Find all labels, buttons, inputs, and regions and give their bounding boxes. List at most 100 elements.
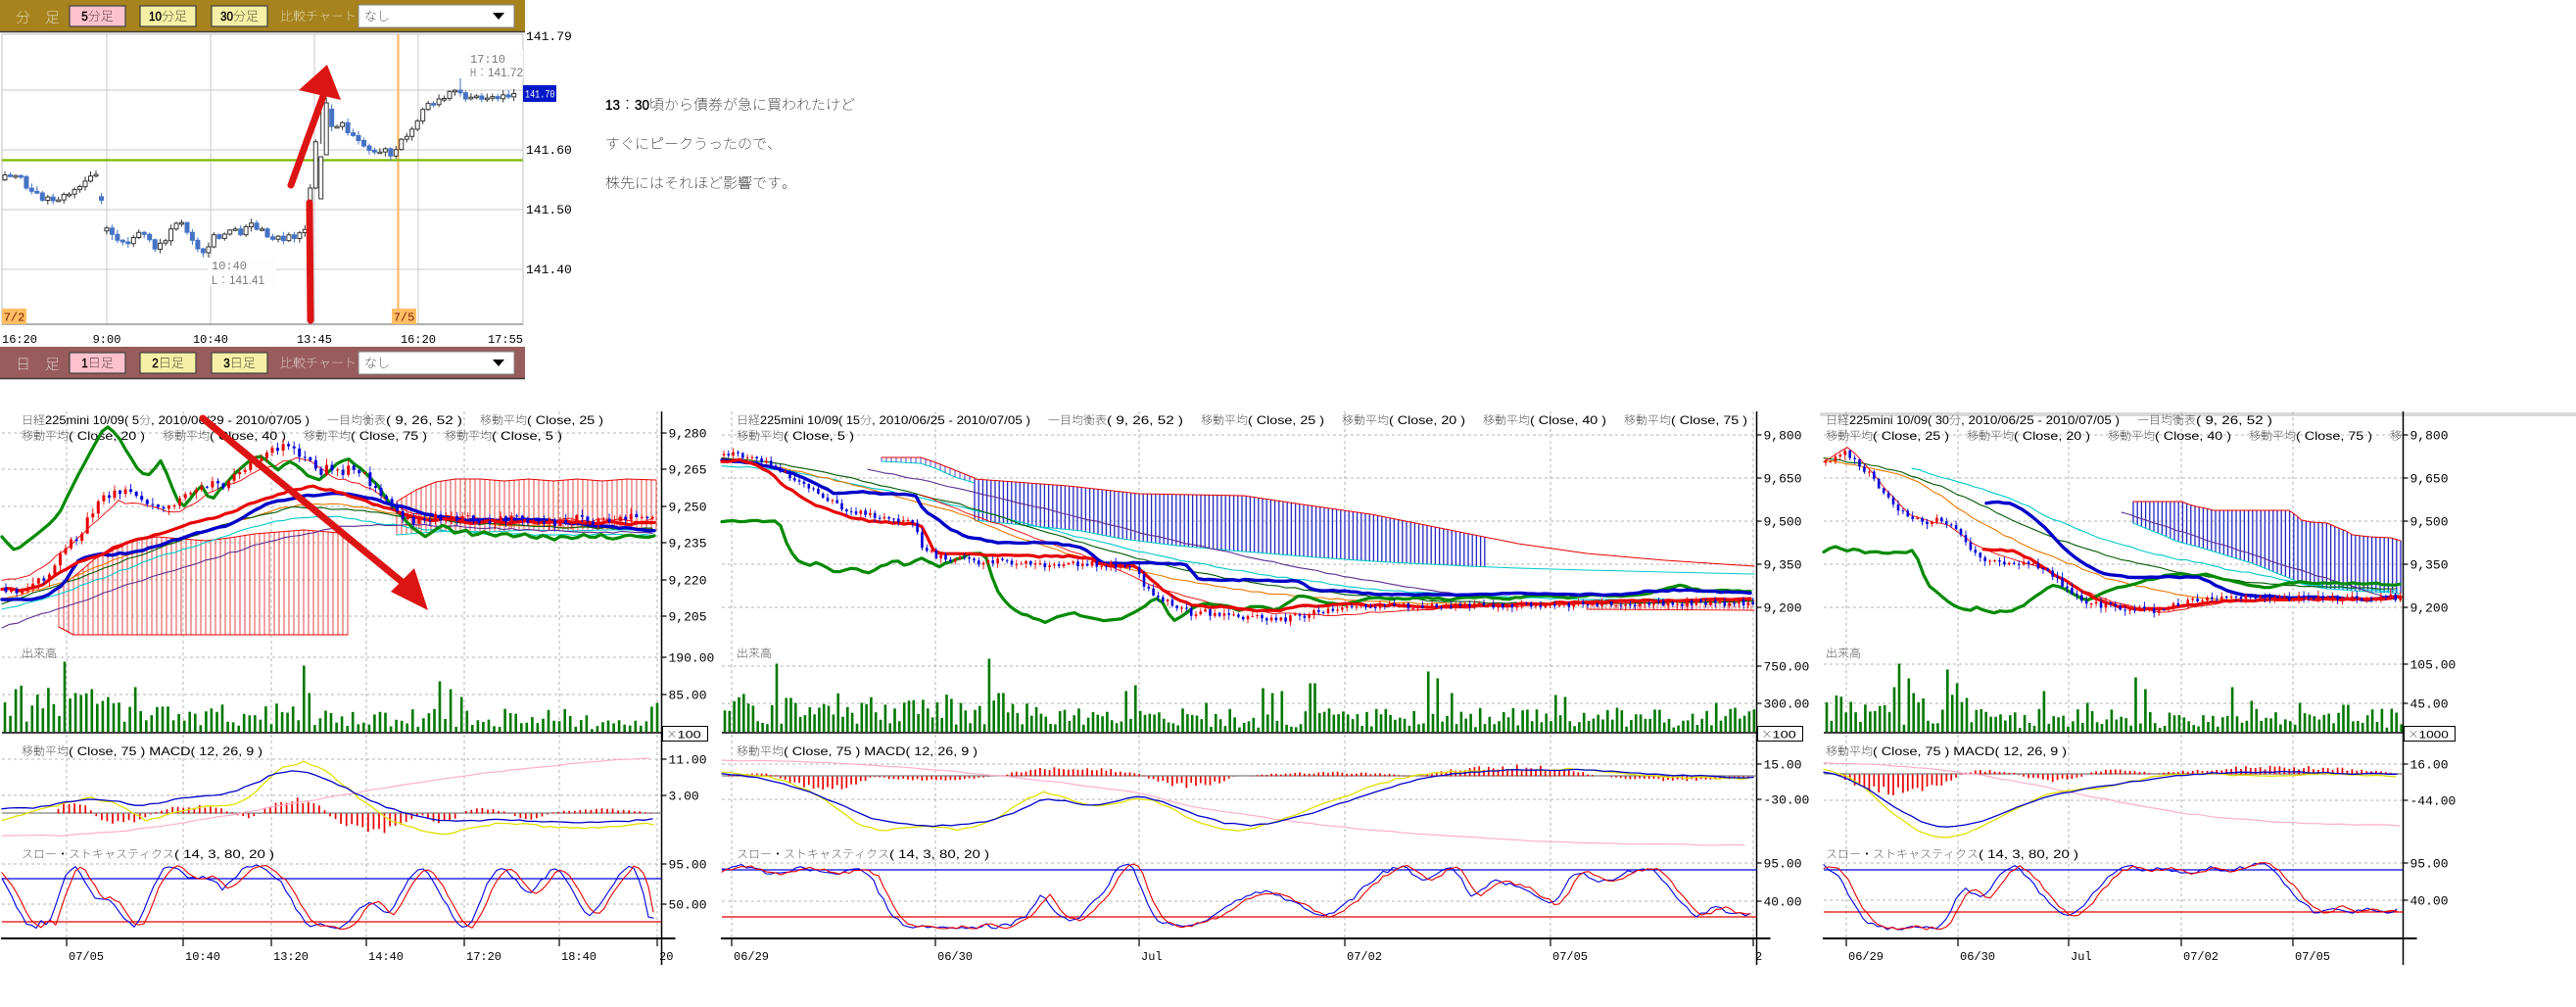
svg-text:( Close, 5 ): ( Close, 5 ) — [492, 429, 562, 443]
svg-text:9,265: 9,265 — [669, 463, 707, 478]
svg-text:L: L — [212, 273, 217, 287]
svg-text:16:20: 16:20 — [401, 333, 436, 347]
svg-text:13:45: 13:45 — [297, 333, 332, 347]
svg-text:30: 30 — [220, 9, 233, 24]
svg-text:3.00: 3.00 — [669, 790, 699, 804]
svg-text:( 14, 3, 80, 20 ): ( 14, 3, 80, 20 ) — [1979, 847, 2078, 861]
svg-text:9,650: 9,650 — [1764, 472, 1802, 487]
svg-text:750.00: 750.00 — [1764, 660, 1810, 675]
svg-text:141.40: 141.40 — [526, 263, 572, 277]
svg-text:100: 100 — [1773, 730, 1796, 742]
svg-text:225mini 10/09( 5: 225mini 10/09( 5 — [45, 413, 139, 427]
svg-text:50.00: 50.00 — [669, 898, 707, 913]
svg-text:( Close, 75 ) MACD( 12, 26,: ( Close, 75 ) MACD( 12, 26, 9 ) — [784, 744, 978, 758]
svg-text:( Close, 75 ) MACD( 12, 26,: ( Close, 75 ) MACD( 12, 26, 9 ) — [69, 744, 262, 758]
svg-text:141.79: 141.79 — [526, 29, 572, 44]
svg-text:141.41: 141.41 — [229, 273, 264, 287]
svg-text:9,800: 9,800 — [1764, 429, 1802, 444]
svg-text:10:40: 10:40 — [212, 260, 247, 273]
svg-text:141.50: 141.50 — [526, 203, 572, 217]
svg-text:141.70: 141.70 — [525, 90, 555, 102]
svg-text:100: 100 — [678, 730, 701, 742]
svg-text:, 2010/06/29 - 2010/07/05 ): , 2010/06/29 - 2010/07/05 ) — [151, 413, 310, 427]
svg-text:3: 3 — [223, 356, 230, 370]
svg-text:9,205: 9,205 — [669, 610, 707, 625]
svg-text:5: 5 — [81, 9, 88, 24]
svg-text:07/02: 07/02 — [1347, 950, 1382, 964]
svg-text:9,800: 9,800 — [2410, 429, 2449, 444]
svg-text:( 14, 3, 80, 20 ): ( 14, 3, 80, 20 ) — [889, 847, 989, 861]
svg-text:17:20: 17:20 — [466, 950, 501, 964]
svg-text:06/30: 06/30 — [937, 950, 973, 964]
svg-text:13: 13 — [605, 97, 620, 114]
svg-text:06/29: 06/29 — [1848, 950, 1884, 964]
svg-text:2: 2 — [1755, 950, 1762, 964]
svg-text:06/29: 06/29 — [734, 950, 769, 964]
svg-text:( Close, 40 ): ( Close, 40 ) — [1530, 413, 1606, 427]
svg-text:95.00: 95.00 — [2410, 857, 2449, 872]
svg-text:2: 2 — [152, 356, 159, 370]
svg-text:141.60: 141.60 — [526, 143, 572, 158]
svg-text:9,200: 9,200 — [2410, 601, 2449, 616]
svg-text:300.00: 300.00 — [1764, 697, 1810, 712]
svg-text:9,350: 9,350 — [1764, 558, 1802, 573]
svg-text:H: H — [470, 66, 476, 79]
svg-text:9,500: 9,500 — [1764, 515, 1802, 530]
svg-text:10:40: 10:40 — [193, 333, 228, 347]
svg-text:( 14, 3, 80, 20 ): ( 14, 3, 80, 20 ) — [174, 847, 274, 861]
svg-text:16:20: 16:20 — [2, 333, 37, 347]
svg-text:9,200: 9,200 — [1764, 601, 1802, 616]
svg-text:07/02: 07/02 — [2183, 950, 2218, 964]
svg-text:11.00: 11.00 — [669, 753, 707, 768]
svg-text:141.72: 141.72 — [488, 66, 523, 79]
svg-text:( Close, 75 ): ( Close, 75 ) — [2296, 429, 2372, 443]
svg-text:20: 20 — [659, 950, 673, 964]
svg-text:( Close, 20 ): ( Close, 20 ) — [2014, 429, 2090, 443]
svg-text:( Close, 25 ): ( Close, 25 ) — [1248, 413, 1324, 427]
svg-text:-44.00: -44.00 — [2410, 794, 2457, 809]
svg-text:18:40: 18:40 — [561, 950, 596, 964]
svg-text:06/30: 06/30 — [1960, 950, 1995, 964]
svg-text:( Close, 25 ): ( Close, 25 ) — [527, 413, 603, 427]
svg-text:10: 10 — [149, 9, 162, 24]
svg-text:9,500: 9,500 — [2410, 515, 2449, 530]
svg-text:9,235: 9,235 — [669, 537, 707, 551]
svg-text:( Close, 20 ): ( Close, 20 ) — [1389, 413, 1465, 427]
svg-text:85.00: 85.00 — [669, 689, 707, 703]
svg-text:, 2010/06/25 - 2010/07/05 ): , 2010/06/25 - 2010/07/05 ) — [872, 413, 1030, 427]
svg-text:95.00: 95.00 — [1764, 857, 1802, 872]
svg-text:Jul: Jul — [1141, 950, 1163, 964]
svg-text:1: 1 — [81, 356, 88, 370]
svg-text:16.00: 16.00 — [2410, 758, 2449, 773]
svg-text:40.00: 40.00 — [1764, 895, 1802, 910]
svg-text:105.00: 105.00 — [2410, 658, 2457, 673]
svg-text:95.00: 95.00 — [669, 858, 707, 873]
svg-text:Jul: Jul — [2071, 950, 2092, 964]
svg-text:225mini 10/09( 30: 225mini 10/09( 30 — [1849, 413, 1949, 427]
svg-text:( Close, 5 ): ( Close, 5 ) — [784, 429, 854, 443]
svg-text:( Close, 75 ) MACD( 12, 26,: ( Close, 75 ) MACD( 12, 26, 9 ) — [1873, 744, 2067, 758]
svg-text:( 9, 26, 52 ): ( 9, 26, 52 ) — [1107, 413, 1183, 427]
svg-text:225mini 10/09( 15: 225mini 10/09( 15 — [760, 413, 860, 427]
svg-text:7/5: 7/5 — [394, 312, 415, 325]
svg-text:15.00: 15.00 — [1764, 758, 1802, 773]
svg-text:-30.00: -30.00 — [1764, 793, 1810, 808]
svg-text:( 9, 26, 52 ): ( 9, 26, 52 ) — [2196, 413, 2272, 427]
svg-text:7/2: 7/2 — [4, 312, 25, 325]
svg-text:07/05: 07/05 — [1552, 950, 1588, 964]
svg-text:190.00: 190.00 — [669, 651, 715, 666]
svg-text:9,350: 9,350 — [2410, 558, 2449, 573]
svg-text:( Close, 40 ): ( Close, 40 ) — [2155, 429, 2231, 443]
svg-text:9:00: 9:00 — [93, 333, 121, 347]
svg-text:17:55: 17:55 — [488, 333, 523, 347]
svg-text:, 2010/06/25 - 2010/07/05 ): , 2010/06/25 - 2010/07/05 ) — [1961, 413, 2120, 427]
svg-text:30: 30 — [635, 97, 649, 114]
svg-text:9,280: 9,280 — [669, 427, 707, 442]
svg-text:1000: 1000 — [2419, 730, 2449, 742]
svg-text:17:10: 17:10 — [470, 53, 505, 67]
svg-text:9,250: 9,250 — [669, 501, 707, 515]
svg-text:10:40: 10:40 — [185, 950, 220, 964]
svg-text:07/05: 07/05 — [69, 950, 104, 964]
svg-text:( Close, 25 ): ( Close, 25 ) — [1873, 429, 1949, 443]
svg-text:( Close, 75 ): ( Close, 75 ) — [351, 429, 427, 443]
